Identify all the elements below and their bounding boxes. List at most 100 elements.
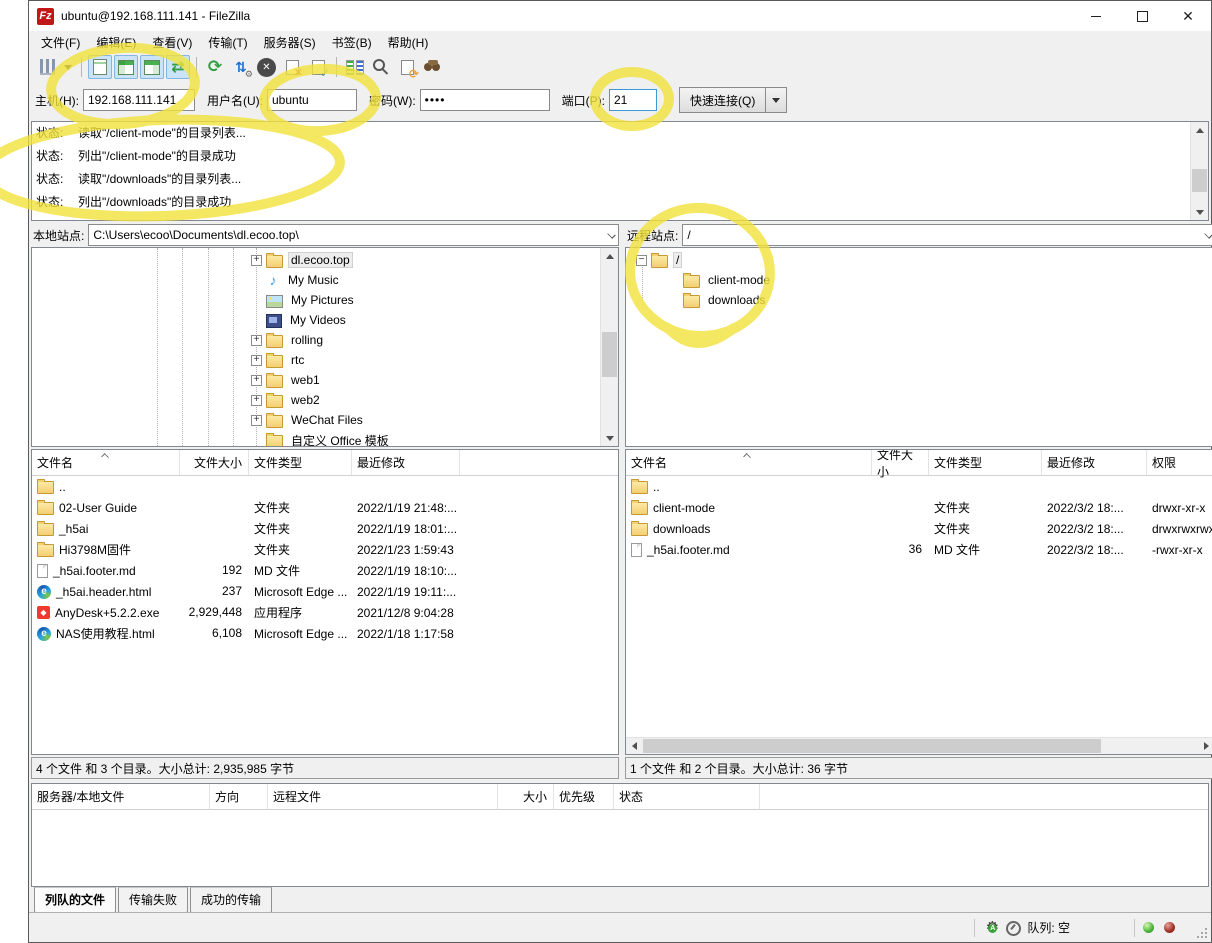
tree-item-label[interactable]: rolling — [288, 332, 326, 348]
tab-failed-transfers[interactable]: 传输失败 — [118, 887, 188, 913]
filename-filters-icon[interactable] — [369, 55, 393, 79]
scroll-right-arrow-icon[interactable] — [1199, 738, 1212, 754]
file-row[interactable]: _h5ai.footer.md 36 MD 文件 2022/3/2 18:...… — [626, 539, 1212, 560]
menu-item[interactable]: 帮助(H) — [380, 32, 437, 53]
tree-item-label[interactable]: My Pictures — [288, 292, 357, 308]
synchronized-browsing-icon[interactable] — [395, 55, 419, 79]
column-header-filetype[interactable]: 文件类型 — [929, 450, 1042, 475]
tree-item-label[interactable]: My Videos — [287, 312, 349, 328]
tree-expander[interactable] — [251, 335, 262, 346]
menu-item[interactable]: 书签(B) — [324, 32, 380, 53]
menu-item[interactable]: 文件(F) — [33, 32, 88, 53]
process-queue-icon[interactable] — [229, 55, 253, 79]
column-header-permissions[interactable]: 权限 — [1147, 450, 1212, 475]
chevron-down-icon[interactable] — [1204, 230, 1212, 238]
tree-item-label[interactable]: web1 — [288, 372, 323, 388]
tree-expander[interactable] — [251, 395, 262, 406]
scrollbar-thumb[interactable] — [1192, 169, 1207, 192]
file-row[interactable]: _h5ai.footer.md 192 MD 文件 2022/1/19 18:1… — [32, 560, 618, 581]
tree-item-label[interactable]: / — [673, 252, 682, 268]
maximize-button[interactable] — [1119, 1, 1165, 31]
column-header-direction[interactable]: 方向 — [210, 784, 268, 809]
tree-item[interactable]: web2 — [32, 390, 618, 410]
tab-queued-files[interactable]: 列队的文件 — [34, 887, 116, 913]
tree-expander[interactable] — [636, 255, 647, 266]
tree-item[interactable]: downloads — [626, 290, 1212, 310]
tree-item[interactable]: WeChat Files — [32, 410, 618, 430]
tree-expander[interactable] — [251, 415, 262, 426]
tree-item[interactable]: 自定义 Office 模板 — [32, 430, 618, 447]
scrollbar-thumb[interactable] — [602, 332, 617, 377]
tree-item[interactable]: / — [626, 250, 1212, 270]
tree-expander[interactable] — [251, 435, 262, 446]
file-row[interactable]: .. — [626, 476, 1212, 497]
toggle-transfer-queue-icon[interactable] — [166, 55, 190, 79]
toolbar-separator[interactable] — [196, 57, 197, 77]
menu-item[interactable]: 查看(V) — [144, 32, 200, 53]
menu-item[interactable]: 服务器(S) — [256, 32, 324, 53]
toggle-remote-tree-icon[interactable] — [140, 55, 164, 79]
remote-site-path-combo[interactable]: / — [682, 224, 1212, 246]
column-header-size[interactable]: 大小 — [498, 784, 554, 809]
file-row[interactable]: 02-User Guide 文件夹 2022/1/19 21:48:... — [32, 497, 618, 518]
chevron-down-icon[interactable] — [607, 230, 615, 238]
column-header-filesize[interactable]: 文件大小 — [180, 450, 249, 475]
site-manager-icon[interactable] — [35, 55, 59, 79]
quickconnect-button[interactable]: 快速连接(Q) — [679, 87, 766, 113]
file-row[interactable]: AnyDesk+5.2.2.exe 2,929,448 应用程序 2021/12… — [32, 602, 618, 623]
tree-item[interactable]: My Videos — [32, 310, 618, 330]
file-row[interactable]: _h5ai 文件夹 2022/1/19 18:01:... — [32, 518, 618, 539]
speed-limit-gauge-icon[interactable] — [1005, 920, 1021, 936]
column-header-modified[interactable]: 最近修改 — [352, 450, 460, 475]
tree-item-label[interactable]: dl.ecoo.top — [288, 252, 353, 268]
tree-item-label[interactable]: 自定义 Office 模板 — [288, 431, 392, 448]
local-site-path-combo[interactable]: C:\Users\ecoo\Documents\dl.ecoo.top\ — [88, 224, 619, 246]
disconnect-icon[interactable] — [280, 55, 304, 79]
tree-expander[interactable] — [668, 295, 679, 306]
tree-item-label[interactable]: client-mode — [705, 272, 773, 288]
message-log-scrollbar[interactable] — [1190, 122, 1208, 220]
file-row[interactable]: .. — [32, 476, 618, 497]
tree-expander[interactable] — [251, 295, 262, 306]
column-header-modified[interactable]: 最近修改 — [1042, 450, 1147, 475]
toggle-local-tree-icon[interactable] — [114, 55, 138, 79]
column-header-filetype[interactable]: 文件类型 — [249, 450, 352, 475]
local-tree-scrollbar[interactable] — [600, 248, 618, 446]
tree-expander[interactable] — [668, 275, 679, 286]
cancel-operation-icon[interactable] — [257, 58, 276, 77]
reconnect-icon[interactable] — [306, 55, 330, 79]
password-input[interactable]: •••• — [420, 89, 550, 111]
host-input[interactable]: 192.168.111.141 — [83, 89, 195, 111]
close-button[interactable]: ✕ — [1165, 1, 1211, 31]
tree-item-label[interactable]: web2 — [288, 392, 323, 408]
scrollbar-thumb[interactable] — [643, 739, 1101, 753]
quickconnect-dropdown-button[interactable] — [766, 87, 787, 113]
tree-expander[interactable] — [251, 255, 262, 266]
tree-item[interactable]: client-mode — [626, 270, 1212, 290]
tree-item-label[interactable]: WeChat Files — [288, 412, 366, 428]
port-input[interactable]: 21 — [609, 89, 657, 111]
toolbar-separator[interactable] — [336, 57, 337, 77]
tree-item-label[interactable]: rtc — [288, 352, 307, 368]
tree-item[interactable]: My Music — [32, 270, 618, 290]
tree-item[interactable]: dl.ecoo.top — [32, 250, 618, 270]
minimize-button[interactable] — [1073, 1, 1119, 31]
scroll-up-arrow-icon[interactable] — [601, 248, 618, 264]
tree-item-label[interactable]: My Music — [285, 272, 342, 288]
find-files-icon[interactable] — [421, 55, 445, 79]
column-header-remote-file[interactable]: 远程文件 — [268, 784, 498, 809]
tree-item-label[interactable]: downloads — [705, 292, 768, 308]
toggle-message-log-icon[interactable] — [88, 55, 112, 79]
file-row[interactable]: Hi3798M固件 文件夹 2022/1/23 1:59:43 — [32, 539, 618, 560]
tree-expander[interactable] — [251, 315, 262, 326]
scroll-down-arrow-icon[interactable] — [601, 430, 618, 446]
column-header-priority[interactable]: 优先级 — [554, 784, 614, 809]
site-manager-dropdown-icon[interactable] — [61, 55, 75, 79]
tree-expander[interactable] — [251, 375, 262, 386]
column-header-status[interactable]: 状态 — [614, 784, 760, 809]
toolbar-separator[interactable] — [81, 57, 82, 77]
file-row[interactable]: client-mode 文件夹 2022/3/2 18:... drwxr-xr… — [626, 497, 1212, 518]
file-row[interactable]: _h5ai.header.html 237 Microsoft Edge ...… — [32, 581, 618, 602]
resize-grip[interactable] — [1196, 927, 1208, 939]
menu-item[interactable]: 编辑(E) — [88, 32, 144, 53]
